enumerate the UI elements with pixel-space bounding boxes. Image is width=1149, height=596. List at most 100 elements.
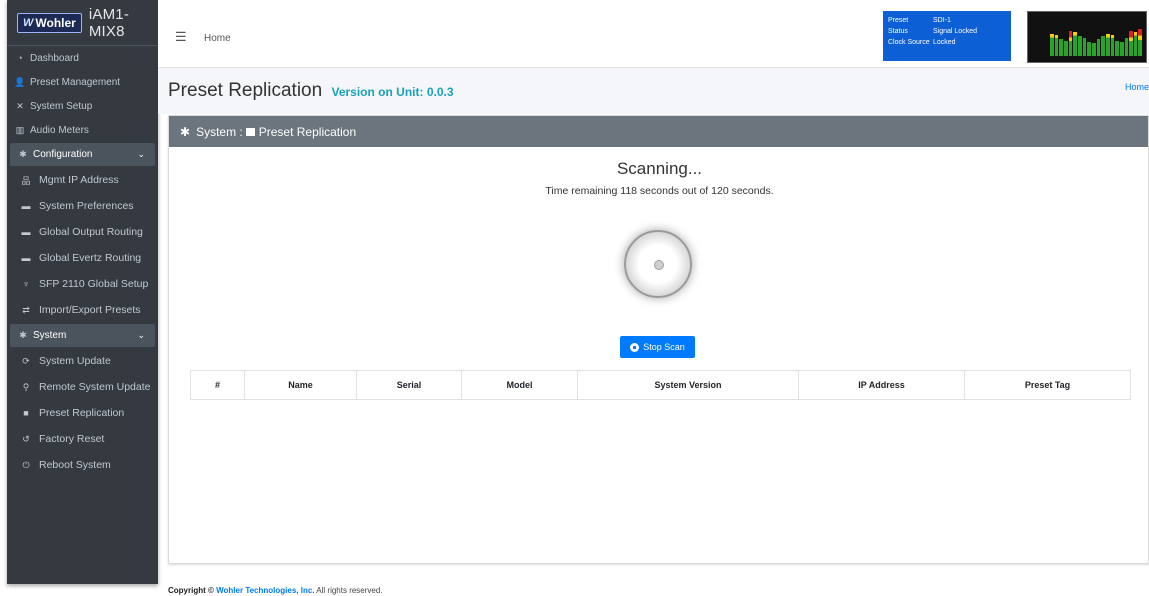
sidebar-item-reboot-system[interactable]: ⏻ Reboot System: [7, 452, 158, 478]
status-panel: Preset SDI-1 Status Signal Locked Clock So…: [883, 11, 1011, 61]
chart-icon: ▥: [15, 124, 25, 135]
sidebar-item-label: Dashboard: [30, 52, 79, 64]
sidebar-item-label: Global Evertz Routing: [39, 252, 142, 264]
users-icon: 👤: [14, 76, 26, 87]
sidebar-item-label: SFP 2110 Global Setup: [39, 278, 149, 290]
tools-icon: ✕: [16, 100, 24, 111]
card-header-page: Preset Replication: [258, 124, 357, 139]
meter-bar: [1068, 30, 1073, 56]
sidebar-item-import-export[interactable]: ⇄ Import/Export Presets: [7, 297, 158, 323]
spinner-dot: [654, 260, 664, 270]
sidebar-item-label: Global Output Routing: [39, 226, 143, 238]
column-header[interactable]: Serial: [356, 370, 462, 400]
sidebar-group-system[interactable]: ✱ System ⌄: [10, 324, 155, 347]
status-value: SDI-1: [933, 17, 951, 24]
sidebar-item-sfp-2110[interactable]: ♆ SFP 2110 Global Setup: [7, 271, 158, 297]
column-header[interactable]: #: [190, 370, 245, 400]
scan-time-remaining: Time remaining 118 seconds out of 120 se…: [545, 185, 774, 197]
chevron-down-icon: ⌄: [137, 330, 145, 340]
content-header: Preset Replication Version on Unit: 0.0.…: [158, 68, 1149, 114]
meter-bar: [1101, 36, 1105, 56]
sidebar-item-system-preferences[interactable]: ▬ System Preferences: [7, 193, 158, 219]
meter-bar: [1119, 42, 1124, 56]
sidebar-item-factory-reset[interactable]: ↺ Factory Reset: [7, 426, 158, 452]
sidebar-item-global-evertz-routing[interactable]: ▬ Global Evertz Routing: [7, 245, 158, 271]
sidebar-item-label: System Preferences: [39, 200, 134, 212]
top-home-link[interactable]: Home: [204, 33, 231, 44]
meter-bar: [1096, 39, 1101, 56]
meter-bar: [1054, 35, 1059, 56]
sidebar-item-label: Remote System Update: [39, 381, 151, 393]
sidebar-item-label: Factory Reset: [39, 433, 105, 445]
sidebar-item-mgmt-ip[interactable]: 品 Mgmt IP Address: [7, 167, 158, 193]
preset-replication-card: ✱ System : Preset Replication Scanning..…: [168, 115, 1149, 564]
meter-bar: [1115, 40, 1119, 56]
meter-bar: [1138, 29, 1143, 56]
cog-icon: ✱: [19, 149, 27, 159]
cogs-icon: ✱: [19, 330, 27, 340]
meter-bar: [1105, 33, 1110, 56]
meter-bar: [1082, 37, 1087, 56]
meter-bar: [1087, 42, 1091, 56]
sidebar: W Wohler iAM1-MIX8 ◔ Dashboard 👤 Preset Ma…: [7, 0, 158, 584]
meter-bar: [1110, 35, 1115, 56]
breadcrumb-home[interactable]: Home: [1125, 82, 1149, 92]
column-header[interactable]: Preset Tag: [964, 370, 1131, 400]
meter-bar: [1059, 39, 1063, 56]
table-header-row: # Name Serial Model System Version IP Ad…: [190, 370, 1131, 400]
wave-icon: W: [23, 16, 34, 29]
sidebar-item-label: System Setup: [30, 100, 93, 112]
meter-bar: [1063, 40, 1068, 56]
power-icon: ⏻: [22, 459, 30, 470]
meter-bar: [1091, 43, 1096, 56]
copyright-text: Copyright ©: [168, 586, 214, 595]
sidebar-item-remote-system-update[interactable]: ⚲ Remote System Update: [7, 374, 158, 400]
sidebar-group-label: Configuration: [33, 149, 93, 160]
sidebar-item-audio-meters[interactable]: ▥ Audio Meters: [7, 118, 158, 142]
keyboard-icon: ▬: [21, 201, 31, 211]
sidebar-item-system-update[interactable]: ⟳ System Update: [7, 348, 158, 374]
card-header-section: System :: [196, 124, 243, 139]
clone-icon: ■: [23, 408, 29, 418]
meter-bar: [1129, 30, 1133, 56]
top-navbar: ☰ Home Preset SDI-1 Status Signal Locked C…: [158, 0, 1149, 68]
audio-meter-thumbnail[interactable]: [1027, 11, 1147, 63]
cogs-icon: ✱: [180, 124, 191, 139]
sidebar-item-label: Reboot System: [39, 459, 111, 471]
sidebar-item-preset-replication[interactable]: ■ Preset Replication: [7, 400, 158, 426]
sidebar-nav: ◔ Dashboard 👤 Preset Management ✕ System Se…: [7, 46, 158, 478]
column-header[interactable]: Name: [244, 370, 357, 400]
scan-title: Scanning...: [616, 159, 703, 178]
column-header[interactable]: System Version: [577, 370, 799, 400]
sidebar-item-label: System Update: [39, 355, 111, 367]
meter-bars: [1050, 28, 1143, 56]
page-title: Preset Replication Version on Unit: 0.0.…: [168, 80, 454, 102]
wohler-logo: W Wohler: [17, 12, 82, 33]
logo-text: Wohler: [35, 15, 76, 30]
stop-scan-button[interactable]: Stop Scan: [620, 336, 695, 358]
status-value: Signal Locked: [933, 28, 977, 35]
footer: Copyright © Wohler Technologies, Inc. Al…: [168, 586, 383, 595]
sidebar-item-label: Mgmt IP Address: [39, 174, 119, 186]
sidebar-item-preset-management[interactable]: 👤 Preset Management: [7, 70, 158, 94]
column-header[interactable]: IP Address: [798, 370, 965, 400]
sidebar-group-configuration[interactable]: ✱ Configuration ⌄: [10, 143, 155, 166]
network-icon: 品: [21, 175, 31, 186]
stop-scan-label: Stop Scan: [643, 342, 685, 352]
sidebar-item-system-setup[interactable]: ✕ System Setup: [7, 94, 158, 118]
meter-bar: [1073, 32, 1077, 56]
brand[interactable]: W Wohler iAM1-MIX8: [7, 0, 158, 46]
rights-text: All rights reserved.: [316, 586, 383, 595]
card-header: ✱ System : Preset Replication: [169, 116, 1148, 147]
clone-icon: [245, 127, 255, 136]
hamburger-menu-icon[interactable]: ☰: [175, 29, 187, 45]
exchange-icon: ⇄: [22, 304, 30, 315]
sidebar-item-global-output-routing[interactable]: ▬ Global Output Routing: [7, 219, 158, 245]
devices-table: # Name Serial Model System Version IP Ad…: [190, 370, 1131, 400]
meter-bar: [1077, 36, 1082, 56]
meter-bar: [1133, 32, 1138, 56]
company-link[interactable]: Wohler Technologies, Inc.: [216, 586, 314, 595]
sidebar-item-dashboard[interactable]: ◔ Dashboard: [7, 46, 158, 70]
column-header[interactable]: Model: [461, 370, 578, 400]
status-label: Preset: [888, 17, 909, 24]
